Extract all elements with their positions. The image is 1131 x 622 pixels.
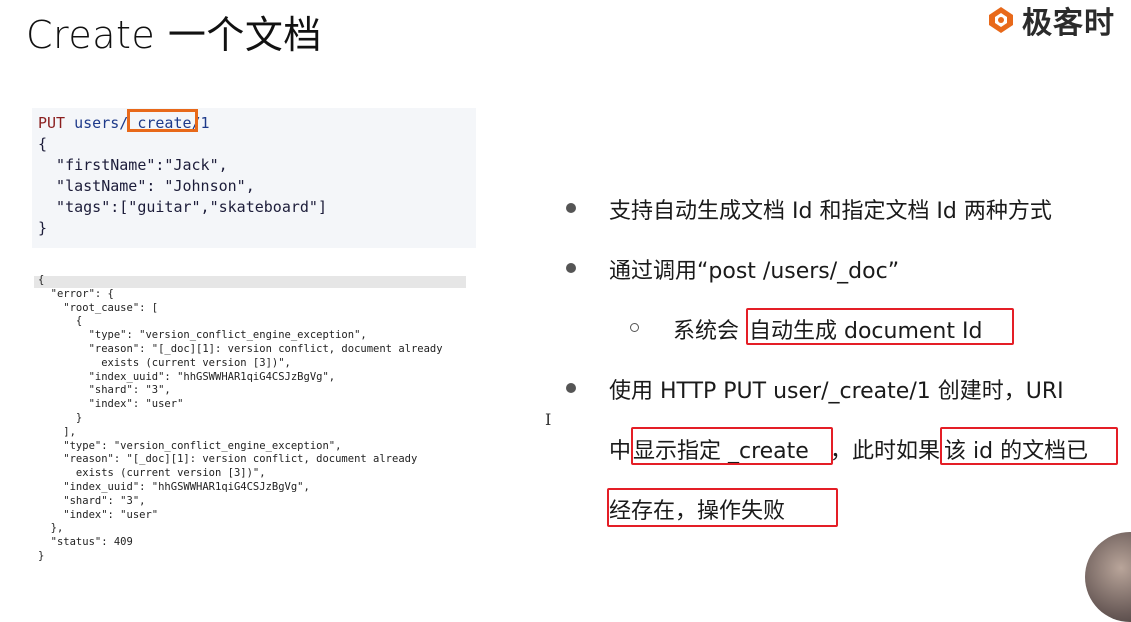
logo-text: 极客时 <box>1022 6 1115 40</box>
red-highlight-box <box>607 488 838 527</box>
request-body-line: "tags":["guitar","skateboard"] <box>38 198 327 216</box>
request-path-prefix: users/ <box>74 114 129 132</box>
request-method: PUT <box>38 114 66 132</box>
red-highlight-box <box>746 308 1014 345</box>
json-line: "type": "version_conflict_engine_excepti… <box>38 329 367 342</box>
geek-time-logo-icon <box>989 7 1013 33</box>
request-body-line: { <box>38 135 48 153</box>
red-highlight-box <box>940 427 1118 465</box>
bullet-dot <box>566 203 576 213</box>
json-line: "root_cause": [ <box>38 301 159 314</box>
json-line: "index": "user" <box>38 398 184 411</box>
json-line: ], <box>38 425 76 438</box>
request-body-line: "lastName": "Johnson", <box>38 177 255 195</box>
json-line: }, <box>38 522 64 535</box>
create-highlight-box <box>127 109 198 132</box>
json-line: exists (current version [3])", <box>38 467 266 480</box>
response-json: { "error": { "root_cause": [ { "type": "… <box>38 274 443 564</box>
bullet-put-create-line2-a: 中 <box>609 439 632 464</box>
json-line: "status": 409 <box>38 536 133 549</box>
bullet-put-create-line2-b: ，此时如果 <box>830 439 941 464</box>
json-line: { <box>38 274 45 286</box>
json-line: "index": "user" <box>38 508 159 521</box>
bullet-dot <box>566 383 576 393</box>
json-line: "shard": "3", <box>38 494 146 507</box>
request-body-line: } <box>38 219 48 237</box>
presenter-avatar <box>1085 532 1131 622</box>
json-line: } <box>38 549 45 562</box>
json-line: { <box>38 315 83 328</box>
json-line: "index_uuid": "hhGSWWHAR1qiG4CSJzBgVg", <box>38 480 310 493</box>
sub-bullet-ring <box>630 323 639 332</box>
red-highlight-box <box>631 427 833 465</box>
slide-title: Create 一个文档 <box>26 13 322 57</box>
request-body-line: "firstName":"Jack", <box>38 156 228 174</box>
sub-bullet-prefix: 系统会 <box>673 319 740 344</box>
json-line: exists (current version [3])", <box>38 356 291 369</box>
json-line: "type": "version_conflict_engine_excepti… <box>38 439 342 452</box>
bullet-post-doc: 通过调用“post /users/_doc” <box>609 259 900 284</box>
json-line: "shard": "3", <box>38 384 171 397</box>
json-line: "index_uuid": "hhGSWWHAR1qiG4CSJzBgVg", <box>38 370 336 383</box>
text-cursor-icon: I <box>545 410 552 429</box>
json-line: "reason": "[_doc][1]: version conflict, … <box>38 453 418 466</box>
bullet-dot <box>566 263 576 273</box>
request-code-panel: PUT users/_create/1 { "firstName":"Jack"… <box>32 108 476 248</box>
json-line: } <box>38 411 83 424</box>
json-line: "error": { <box>38 287 114 300</box>
bullet-put-create-line1: 使用 HTTP PUT user/_create/1 创建时，URI <box>609 379 1064 404</box>
bullet-auto-id: 支持自动生成文档 Id 和指定文档 Id 两种方式 <box>609 199 1052 224</box>
json-line: "reason": "[_doc][1]: version conflict, … <box>38 342 443 355</box>
logo: 极客时 <box>981 0 1131 40</box>
response-json-panel: { "error": { "root_cause": [ { "type": "… <box>34 274 468 570</box>
